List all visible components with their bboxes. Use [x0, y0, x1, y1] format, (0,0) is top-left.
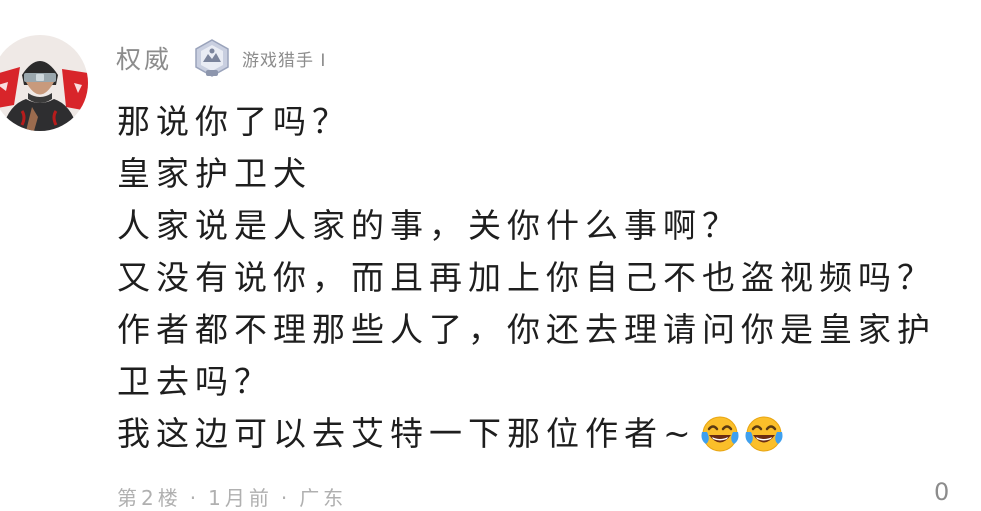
comment-line: 卫去吗？: [117, 362, 273, 401]
badge-label: 游戏猎手 I: [242, 50, 327, 71]
comment-header: 权威 游戏猎手 I: [116, 38, 326, 78]
comment-line-last: 我这边可以去艾特一下那位作者~: [117, 408, 977, 460]
comment-body: 那说你了吗？ 皇家护卫犬 人家说是人家的事，关你什么事啊？ 又没有说你，而且再加…: [117, 96, 977, 460]
comment-line: 又没有说你，而且再加上你自己不也盗视频吗？: [117, 258, 936, 297]
laugh-cry-emoji-icon: [745, 416, 783, 452]
gamer-badge-icon: [195, 39, 229, 77]
comment-line: 皇家护卫犬: [117, 154, 312, 193]
laugh-cry-emoji-icon: [701, 416, 739, 452]
post-date: 1月前: [208, 486, 273, 510]
separator: ·: [280, 486, 292, 510]
location: 广东: [299, 486, 348, 510]
comment-line-text: 我这边可以去艾特一下那位作者~: [117, 414, 697, 453]
floor-number: 第2楼: [117, 486, 182, 510]
comment-line: 作者都不理那些人了，你还去理请问你是皇家护: [117, 310, 936, 349]
comment-line: 那说你了吗？: [117, 102, 351, 141]
reply-count[interactable]: 0: [934, 478, 949, 506]
comment-item: 权威 游戏猎手 I 那说你了吗？ 皇家护卫犬 人家说是人家的事，关你什么事啊？ …: [0, 0, 981, 510]
separator: ·: [189, 486, 201, 510]
avatar-image: [0, 35, 88, 131]
avatar[interactable]: [0, 35, 88, 131]
username[interactable]: 权威: [116, 40, 172, 76]
comment-line: 人家说是人家的事，关你什么事啊？: [117, 206, 741, 245]
